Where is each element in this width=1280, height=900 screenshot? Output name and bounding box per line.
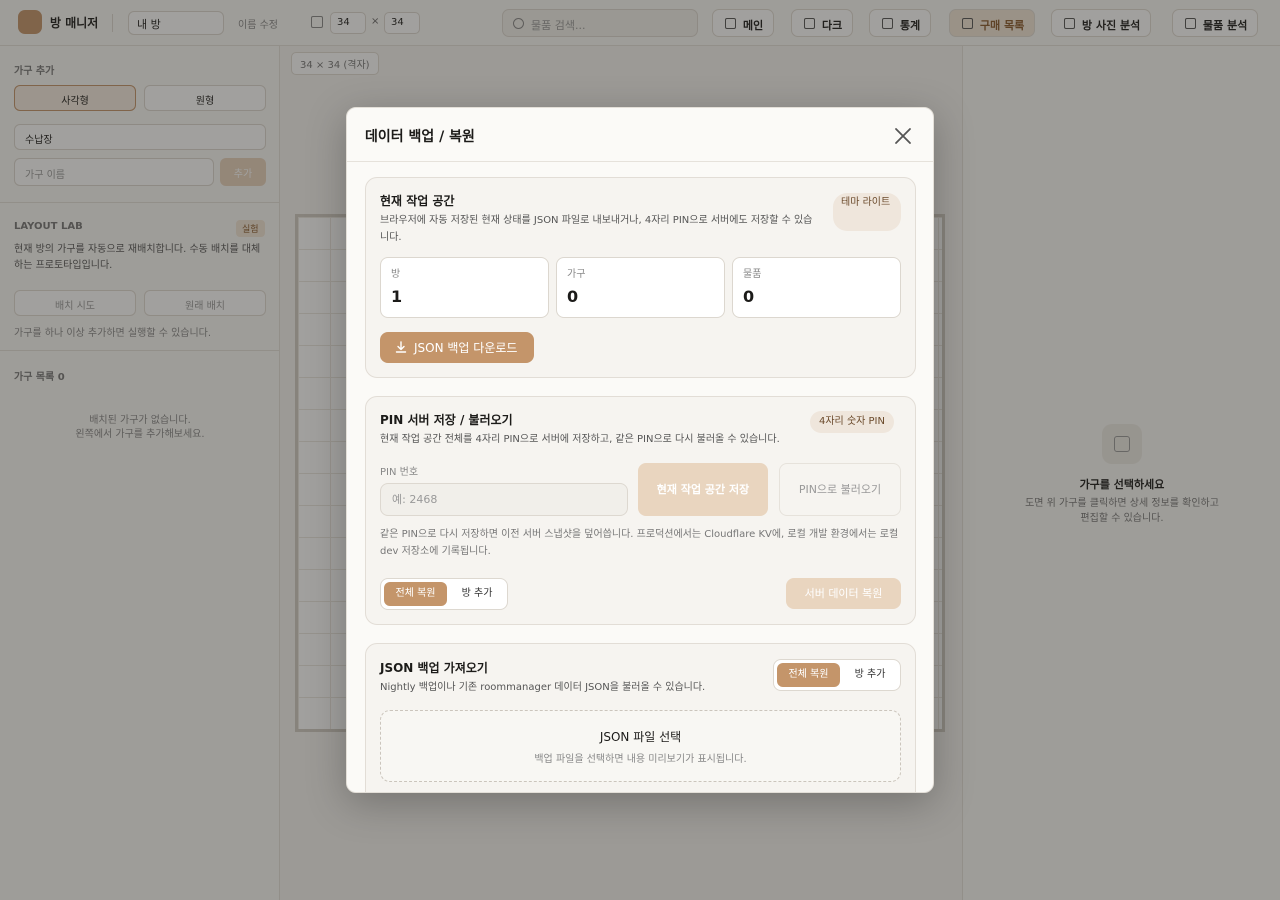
save-workspace-button[interactable]: 현재 작업 공간 저장 xyxy=(638,463,768,516)
modal-header: 데이터 백업 / 복원 xyxy=(347,108,933,162)
pin-title: PIN 서버 저장 / 불러오기 xyxy=(380,413,513,427)
stat-label: 가구 xyxy=(567,269,586,280)
json-restore-mode-toggle: 전체 복원 방 추가 xyxy=(773,659,901,691)
json-download-label: JSON 백업 다운로드 xyxy=(414,341,518,355)
pin-mode-full-restore[interactable]: 전체 복원 xyxy=(384,582,447,606)
pin-section: PIN 서버 저장 / 불러오기 현재 작업 공간 전체를 4자리 PIN으로 … xyxy=(365,396,916,625)
stat-value: 0 xyxy=(743,287,755,306)
download-icon xyxy=(395,341,407,353)
pin-input[interactable] xyxy=(380,483,628,516)
workspace-section: 현재 작업 공간 브라우저에 자동 저장된 현재 상태를 JSON 파일로 내보… xyxy=(365,177,916,378)
load-by-pin-button[interactable]: PIN으로 불러오기 xyxy=(779,463,901,516)
stat-rooms: 방 1 xyxy=(380,257,549,318)
json-import-title: JSON 백업 가져오기 xyxy=(380,661,488,675)
server-restore-button[interactable]: 서버 데이터 복원 xyxy=(786,578,901,609)
json-import-description: Nightly 백업이나 기존 roommanager 데이터 JSON을 불러… xyxy=(380,682,706,693)
dropzone-description: 백업 파일을 선택하면 내용 미리보기가 표시됩니다. xyxy=(534,754,747,765)
modal-title: 데이터 백업 / 복원 xyxy=(365,129,475,145)
stat-label: 방 xyxy=(391,269,401,280)
json-mode-add-room[interactable]: 방 추가 xyxy=(842,663,898,687)
pin-note: 같은 PIN으로 다시 저장하면 이전 서버 스냅샷을 덮어씁니다. 프로덕션에… xyxy=(380,529,899,557)
stat-value: 1 xyxy=(391,287,403,306)
pin-mode-add-room[interactable]: 방 추가 xyxy=(449,582,505,606)
pin-field-label: PIN 번호 xyxy=(380,467,419,478)
dropzone-title: JSON 파일 선택 xyxy=(599,730,682,744)
json-import-section: JSON 백업 가져오기 Nightly 백업이나 기존 roommanager… xyxy=(365,643,916,792)
backup-restore-modal: 데이터 백업 / 복원 현재 작업 공간 브라우저에 자동 저장된 현재 상태를… xyxy=(346,107,934,793)
stat-value: 0 xyxy=(567,287,579,306)
close-button[interactable] xyxy=(891,124,915,148)
pin-description: 현재 작업 공간 전체를 4자리 PIN으로 서버에 저장하고, 같은 PIN으… xyxy=(380,434,780,445)
stat-label: 물품 xyxy=(743,269,762,280)
stat-items: 물품 0 xyxy=(732,257,901,318)
json-download-button[interactable]: JSON 백업 다운로드 xyxy=(380,332,534,363)
workspace-title: 현재 작업 공간 xyxy=(380,194,455,208)
pin-restore-mode-toggle: 전체 복원 방 추가 xyxy=(380,578,508,610)
json-mode-full-restore[interactable]: 전체 복원 xyxy=(777,663,840,687)
workspace-description: 브라우저에 자동 저장된 현재 상태를 JSON 파일로 내보내거나, 4자리 … xyxy=(380,215,813,243)
json-file-dropzone[interactable]: JSON 파일 선택 백업 파일을 선택하면 내용 미리보기가 표시됩니다. xyxy=(380,710,901,782)
theme-pill: 테마 라이트 xyxy=(833,193,901,231)
stat-furniture: 가구 0 xyxy=(556,257,725,318)
pin-format-pill: 4자리 숫자 PIN xyxy=(810,411,894,433)
close-icon xyxy=(895,128,911,144)
